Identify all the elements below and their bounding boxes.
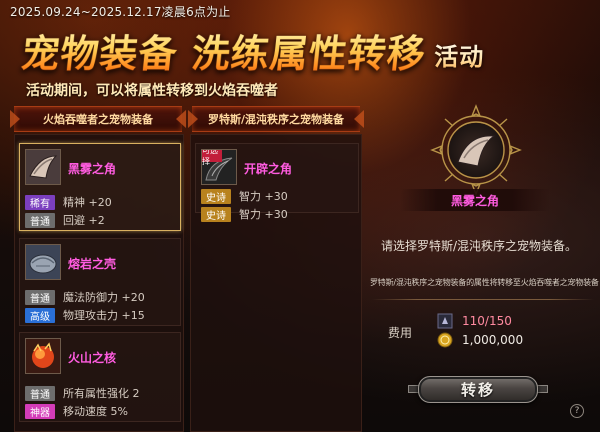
grade-badge-epic: 史诗 (201, 188, 231, 204)
item-stat-row: 稀有 精神 +20 (25, 194, 179, 210)
event-date-range: 2025.09.24~2025.12.17凌晨6点为止 (10, 5, 231, 19)
fee-label: 费用 (388, 326, 413, 340)
dark-horn-icon (25, 149, 61, 185)
stat-text: 智力 +30 (239, 208, 288, 221)
selectable-ribbon: 可选择 (202, 150, 222, 166)
left-column-header: 火焰吞噬者之宠物装备 (14, 106, 182, 132)
material-stone-icon (436, 312, 454, 330)
left-item-list: 黑雾之角 稀有 精神 +20 普通 回避 +2 熔岩之壳 普通 魔法防御力 +2… (14, 134, 184, 432)
item-name: 熔岩之壳 (68, 257, 117, 271)
lava-shell-icon (25, 244, 61, 280)
item-stat-row: 普通 回避 +2 (25, 212, 179, 228)
item-stat-row: 史诗 智力 +30 (201, 206, 355, 222)
left-item-card-lava-shell[interactable]: 熔岩之壳 普通 魔法防御力 +20 高级 物理攻击力 +15 (19, 238, 181, 326)
grade-badge-divine: 神器 (25, 403, 55, 419)
right-item-card-pioneer-horn[interactable]: 可选择 开辟之角 史诗 智力 +30 史诗 智力 +30 (195, 143, 359, 222)
grade-badge-normal: 普通 (25, 289, 55, 305)
item-stat-row: 普通 所有属性强化 2 (25, 385, 179, 401)
stat-text: 魔法防御力 +20 (63, 291, 145, 304)
transfer-note: 罗特斯/混沌秩序之宠物装备的属性将转移至火焰吞噬者之宠物装备 (370, 278, 599, 287)
event-title-tag: 活动 (434, 37, 484, 72)
help-icon[interactable]: ? (570, 404, 584, 418)
grade-badge-normal: 普通 (25, 385, 55, 401)
stat-text: 移动速度 5% (63, 405, 128, 418)
event-title-row: 宠物装备 洗练属性转移 活动 (19, 22, 484, 78)
selected-item-name: 黑雾之角 (400, 189, 550, 211)
left-item-card-volcano-core[interactable]: 火山之核 普通 所有属性强化 2 神器 移动速度 5% (19, 332, 181, 422)
grade-badge-rare: 稀有 (25, 194, 55, 210)
grade-badge-advanced: 高级 (25, 307, 55, 323)
event-title: 宠物装备 洗练属性转移 (19, 23, 429, 78)
grade-badge-epic: 史诗 (201, 206, 231, 222)
material-cost: 110/150 (436, 312, 512, 330)
right-item-list: 可选择 开辟之角 史诗 智力 +30 史诗 智力 +30 (190, 134, 362, 432)
stat-text: 回避 +2 (63, 214, 105, 227)
fee-divider (372, 299, 594, 300)
event-subtitle: 活动期间，可以将属性转移到火焰吞噬者 (26, 83, 278, 99)
gold-cost: 1,000,000 (436, 331, 523, 349)
stat-text: 物理攻击力 +15 (63, 309, 145, 322)
transfer-button-label: 转移 (460, 381, 495, 399)
left-item-card-dark-horn[interactable]: 黑雾之角 稀有 精神 +20 普通 回避 +2 (19, 143, 181, 231)
item-stat-row: 高级 物理攻击力 +15 (25, 307, 179, 323)
volcano-core-icon (25, 338, 61, 374)
grade-badge-normal: 普通 (25, 212, 55, 228)
gold-amount: 1,000,000 (462, 333, 524, 347)
stat-text: 精神 +20 (63, 196, 112, 209)
pioneer-horn-icon: 可选择 (201, 149, 237, 185)
material-amount: 110/150 (462, 314, 512, 328)
item-name: 火山之核 (68, 351, 117, 365)
event-window: 2025.09.24~2025.12.17凌晨6点为止 宠物装备 洗练属性转移 … (0, 0, 600, 432)
item-stat-row: 普通 魔法防御力 +20 (25, 289, 179, 305)
selection-instruction: 请选择罗特斯/混沌秩序之宠物装备。 (381, 239, 578, 253)
item-stat-row: 史诗 智力 +30 (201, 188, 355, 204)
stat-text: 智力 +30 (239, 190, 288, 203)
item-name: 黑雾之角 (68, 162, 117, 176)
item-stat-row: 神器 移动速度 5% (25, 403, 179, 419)
transfer-button[interactable]: 转移 (418, 376, 538, 403)
item-name: 开辟之角 (244, 162, 293, 176)
right-column-header: 罗特斯/混沌秩序之宠物装备 (192, 106, 360, 132)
stat-text: 所有属性强化 2 (63, 387, 140, 400)
gold-coin-icon (436, 331, 454, 349)
